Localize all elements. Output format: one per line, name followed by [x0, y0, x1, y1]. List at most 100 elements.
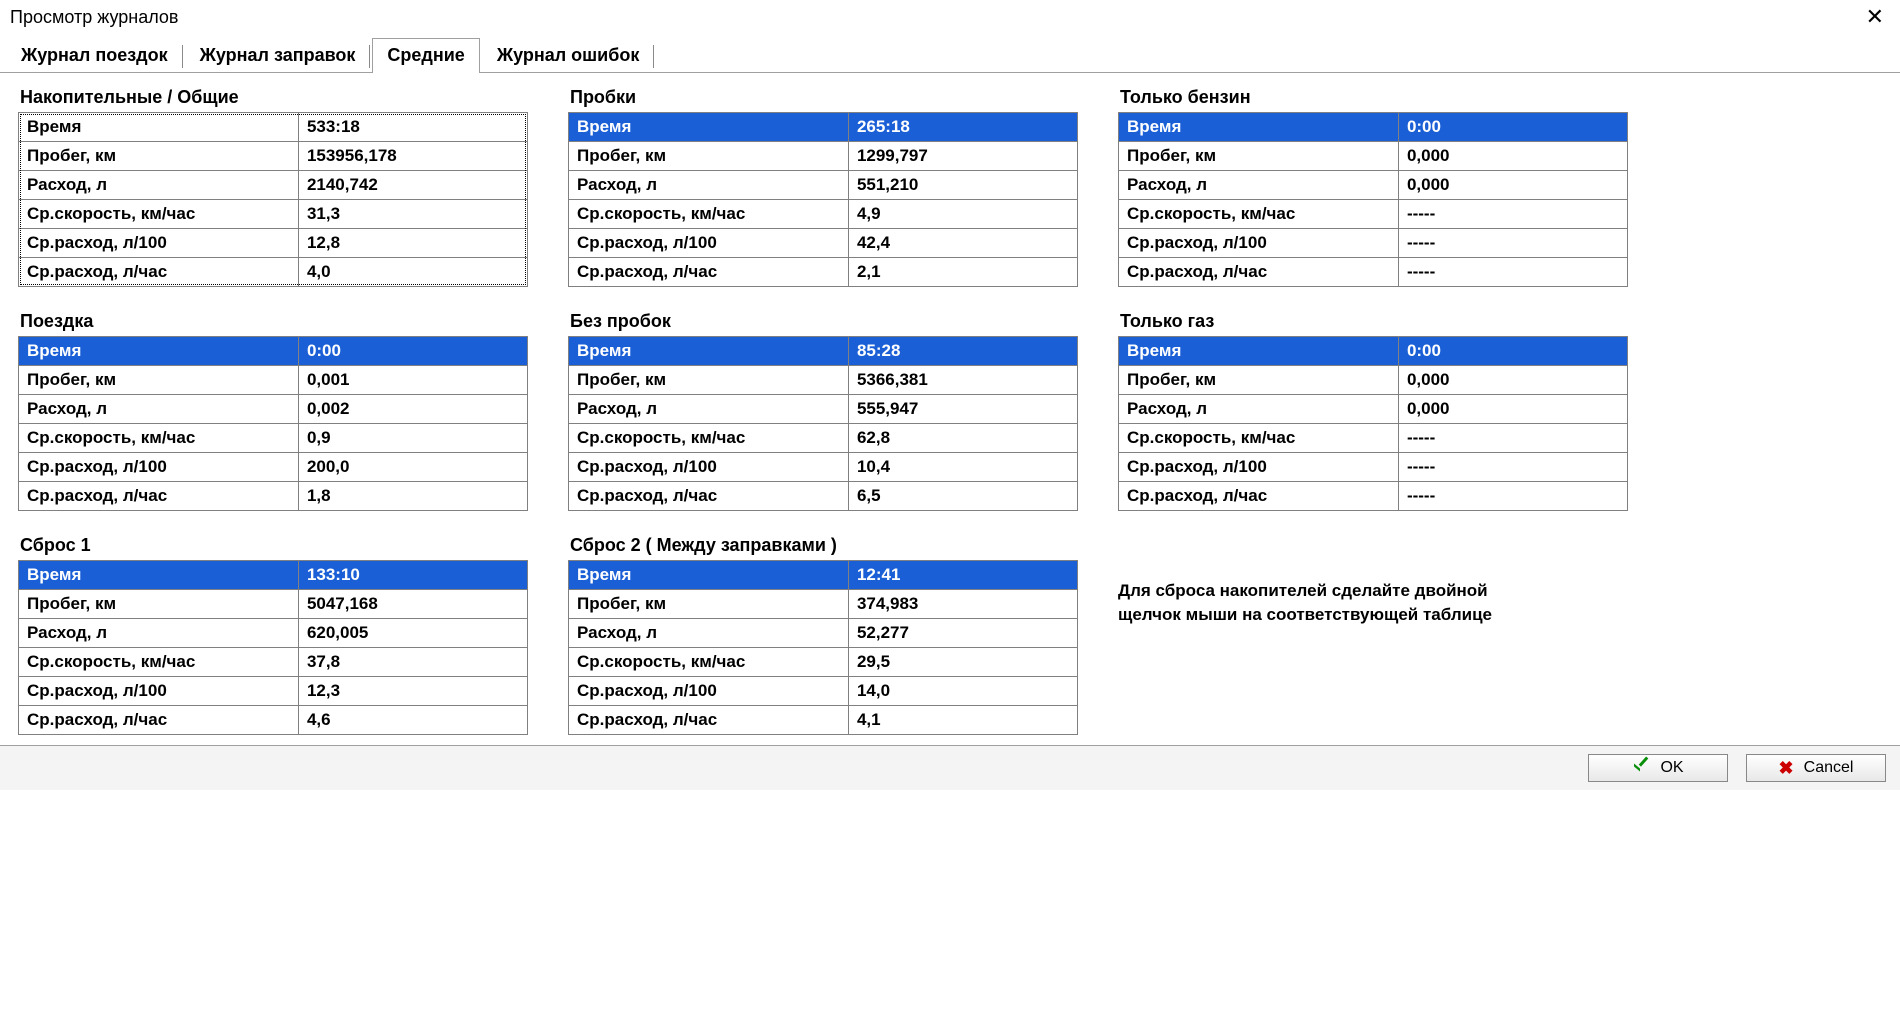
row-value: 6,5: [848, 482, 1077, 511]
check-icon: [1632, 761, 1650, 775]
row-value: -----: [1398, 482, 1627, 511]
row-label-time: Время: [19, 561, 299, 590]
table-jams[interactable]: Время265:18 Пробег, км1299,797 Расход, л…: [568, 112, 1078, 287]
table-reset1[interactable]: Время133:10 Пробег, км5047,168 Расход, л…: [18, 560, 528, 735]
row-label-fuel: Расход, л: [1119, 171, 1399, 200]
row-value: 4,9: [848, 200, 1077, 229]
table-trip[interactable]: Время0:00 Пробег, км0,001 Расход, л0,002…: [18, 336, 528, 511]
ok-label: OK: [1660, 759, 1683, 777]
section-jams[interactable]: Пробки Время265:18 Пробег, км1299,797 Ра…: [568, 87, 1078, 287]
row-value: 31,3: [298, 200, 527, 229]
row-value: 52,277: [848, 619, 1077, 648]
section-petrol[interactable]: Только бензин Время0:00 Пробег, км0,000 …: [1118, 87, 1628, 287]
row-label-fuel: Расход, л: [569, 395, 849, 424]
row-label-dist: Пробег, км: [19, 590, 299, 619]
section-title: Сброс 1: [20, 535, 528, 556]
row-value: 133:10: [298, 561, 527, 590]
row-label-time: Время: [569, 561, 849, 590]
row-value: -----: [1398, 258, 1627, 287]
section-gas[interactable]: Только газ Время0:00 Пробег, км0,000 Рас…: [1118, 311, 1628, 511]
row-label-dist: Пробег, км: [19, 366, 299, 395]
section-reset1[interactable]: Сброс 1 Время133:10 Пробег, км5047,168 Р…: [18, 535, 528, 735]
row-label-chr: Ср.расход, л/час: [19, 482, 299, 511]
row-label-speed: Ср.скорость, км/час: [1119, 200, 1399, 229]
tab-content: Накопительные / Общие Время533:18 Пробег…: [0, 73, 1900, 745]
row-value: 4,6: [298, 706, 527, 735]
section-title: Пробки: [570, 87, 1078, 108]
row-value: 153956,178: [298, 142, 527, 171]
tab-errors[interactable]: Журнал ошибок: [482, 38, 655, 72]
close-icon[interactable]: ✕: [1860, 4, 1890, 30]
row-label-dist: Пробег, км: [1119, 142, 1399, 171]
row-label-dist: Пробег, км: [569, 142, 849, 171]
row-value: 0,000: [1398, 142, 1627, 171]
row-value: -----: [1398, 229, 1627, 258]
row-label-fuel: Расход, л: [1119, 395, 1399, 424]
row-label-time: Время: [569, 337, 849, 366]
row-value: 0,002: [298, 395, 527, 424]
row-label-speed: Ср.скорость, км/час: [569, 424, 849, 453]
row-label-speed: Ср.скорость, км/час: [19, 648, 299, 677]
ok-button[interactable]: OK: [1588, 754, 1728, 782]
section-reset2[interactable]: Сброс 2 ( Между заправками ) Время12:41 …: [568, 535, 1078, 735]
section-cumulative[interactable]: Накопительные / Общие Время533:18 Пробег…: [18, 87, 528, 287]
hint-text: Для сброса накопителей сделайте двойной …: [1118, 579, 1628, 627]
row-value: 620,005: [298, 619, 527, 648]
row-label-chr: Ср.расход, л/час: [19, 258, 299, 287]
section-title: Поездка: [20, 311, 528, 332]
row-value: 0,000: [1398, 366, 1627, 395]
row-label-c100: Ср.расход, л/100: [569, 229, 849, 258]
row-label-time: Время: [1119, 337, 1399, 366]
row-value: 1,8: [298, 482, 527, 511]
row-value: 0,000: [1398, 395, 1627, 424]
row-value: 12,8: [298, 229, 527, 258]
row-label-dist: Пробег, км: [569, 590, 849, 619]
table-gas[interactable]: Время0:00 Пробег, км0,000 Расход, л0,000…: [1118, 336, 1628, 511]
row-label-chr: Ср.расход, л/час: [19, 706, 299, 735]
hint-line: Для сброса накопителей сделайте двойной: [1118, 581, 1488, 600]
row-label-time: Время: [19, 337, 299, 366]
section-nojams[interactable]: Без пробок Время85:28 Пробег, км5366,381…: [568, 311, 1078, 511]
row-value: 62,8: [848, 424, 1077, 453]
row-label-time: Время: [569, 113, 849, 142]
row-label-fuel: Расход, л: [569, 171, 849, 200]
hint-line: щелчок мыши на соответствующей таблице: [1118, 605, 1492, 624]
tab-trips[interactable]: Журнал поездок: [6, 38, 183, 72]
row-value: 5366,381: [848, 366, 1077, 395]
section-title: Без пробок: [570, 311, 1078, 332]
row-value: 2140,742: [298, 171, 527, 200]
row-label-speed: Ср.скорость, км/час: [19, 200, 299, 229]
section-title: Только бензин: [1120, 87, 1628, 108]
row-value: 0,000: [1398, 171, 1627, 200]
tab-averages[interactable]: Средние: [372, 38, 479, 73]
row-label-fuel: Расход, л: [569, 619, 849, 648]
table-petrol[interactable]: Время0:00 Пробег, км0,000 Расход, л0,000…: [1118, 112, 1628, 287]
row-value: 265:18: [848, 113, 1077, 142]
row-value: 14,0: [848, 677, 1077, 706]
row-value: 200,0: [298, 453, 527, 482]
table-cumulative[interactable]: Время533:18 Пробег, км153956,178 Расход,…: [18, 112, 528, 287]
row-label-speed: Ср.скорость, км/час: [19, 424, 299, 453]
row-value: 42,4: [848, 229, 1077, 258]
row-label-time: Время: [1119, 113, 1399, 142]
table-nojams[interactable]: Время85:28 Пробег, км5366,381 Расход, л5…: [568, 336, 1078, 511]
row-label-c100: Ср.расход, л/100: [19, 453, 299, 482]
section-title: Накопительные / Общие: [20, 87, 528, 108]
row-label-speed: Ср.скорость, км/час: [569, 648, 849, 677]
tab-refuels[interactable]: Журнал заправок: [185, 38, 371, 72]
section-trip[interactable]: Поездка Время0:00 Пробег, км0,001 Расход…: [18, 311, 528, 511]
titlebar: Просмотр журналов ✕: [0, 0, 1900, 32]
table-reset2[interactable]: Время12:41 Пробег, км374,983 Расход, л52…: [568, 560, 1078, 735]
log-viewer-window: Просмотр журналов ✕ Журнал поездок Журна…: [0, 0, 1900, 790]
row-value: 37,8: [298, 648, 527, 677]
row-value: 2,1: [848, 258, 1077, 287]
row-label-c100: Ср.расход, л/100: [19, 229, 299, 258]
row-value: 10,4: [848, 453, 1077, 482]
row-label-chr: Ср.расход, л/час: [569, 482, 849, 511]
row-label-dist: Пробег, км: [1119, 366, 1399, 395]
cancel-button[interactable]: ✖ Cancel: [1746, 754, 1886, 782]
column-middle: Пробки Время265:18 Пробег, км1299,797 Ра…: [568, 87, 1078, 735]
column-right: Только бензин Время0:00 Пробег, км0,000 …: [1118, 87, 1628, 735]
row-label-c100: Ср.расход, л/100: [569, 677, 849, 706]
row-value: 29,5: [848, 648, 1077, 677]
